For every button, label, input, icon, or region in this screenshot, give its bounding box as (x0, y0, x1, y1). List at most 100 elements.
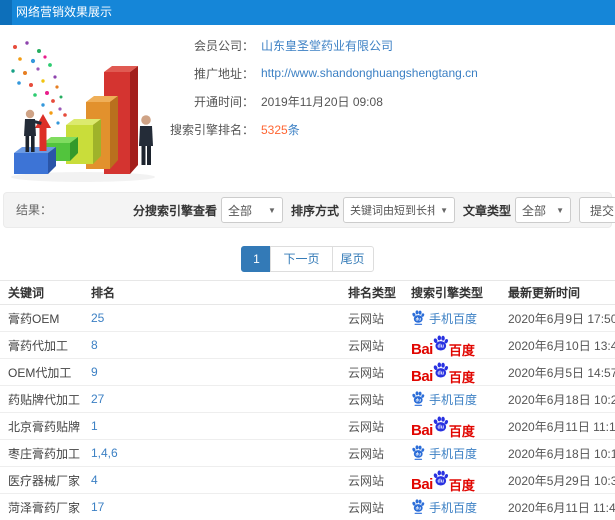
mobile-baidu-logo[interactable]: du 手机百度 (411, 390, 477, 409)
baidu-logo-bai: Bai (411, 367, 433, 384)
rank-cell: 25 (83, 311, 340, 325)
svg-text:du: du (416, 397, 422, 402)
rank-type-cell: 云网站 (348, 365, 385, 380)
col-updated: 最新更新时间 (508, 286, 581, 300)
filter-controls: 分搜索引擎查看 全部 ▼ 排序方式 关键词由短到长排序 ▼ 文章类型 全部 ▼ … (133, 197, 615, 223)
title-bar: 网络营销效果展示 (0, 0, 615, 25)
rank-type-cell: 云网站 (348, 311, 385, 326)
results-table: 关键词 排名 排名类型 搜索引擎类型 最新更新时间 膏药OEM 25 云网站 du … (0, 280, 615, 520)
svg-text:du: du (437, 370, 443, 376)
svg-text:du: du (437, 343, 443, 349)
keyword-cell: 菏泽膏药厂家 (8, 500, 81, 515)
baidu-logo-cn: 百度 (448, 477, 475, 492)
submit-button[interactable]: 提交 (579, 197, 615, 223)
baidu-logo-bai: Bai (411, 340, 433, 357)
chevron-down-icon: ▼ (268, 205, 276, 215)
keyword-cell: 膏药代加工 (8, 338, 69, 353)
baidu-logo[interactable]: Bai du 百度 (411, 361, 475, 384)
title-bar-accent (0, 0, 12, 25)
rank-link[interactable]: 9 (91, 365, 98, 379)
engine-type-cell: Bai du 百度 (403, 334, 500, 357)
baidu-logo[interactable]: Bai du 百度 (411, 469, 475, 492)
svg-text:du: du (437, 424, 443, 430)
company-link[interactable]: 山东皇圣堂药业有限公司 (261, 37, 393, 54)
sort-select[interactable]: 关键词由短到长排序 ▼ (342, 197, 455, 223)
engine-type-cell: Bai du 百度 (403, 361, 500, 384)
chevron-down-icon: ▼ (556, 205, 564, 215)
mobile-baidu-logo[interactable]: du 手机百度 (411, 444, 477, 463)
mobile-baidu-label: 手机百度 (429, 392, 478, 407)
rank-cell: 27 (83, 392, 340, 406)
keyword-cell: 药贴牌代加工 (8, 392, 81, 407)
businessman-left (24, 109, 42, 152)
baidu-logo[interactable]: Bai du 百度 (411, 334, 475, 357)
result-label: 结果： (16, 203, 53, 217)
updated-cell: 2020年5月29日 10:32 (508, 473, 615, 488)
confetti-dots (11, 41, 67, 125)
keyword-cell: 北京膏药贴牌 (8, 419, 81, 434)
rank-link[interactable]: 25 (91, 311, 104, 325)
rank-link[interactable]: 17 (91, 500, 104, 514)
table-row: 膏药代加工 8 云网站 Bai du 百度 2020年6月10日 13:40 (0, 332, 615, 359)
promo-url-label: 推广地址： (193, 66, 254, 81)
filter-bar: 结果： 分搜索引擎查看 全部 ▼ 排序方式 关键词由短到长排序 ▼ 文章类型 全… (3, 192, 615, 228)
rank-type-cell: 云网站 (348, 338, 385, 353)
updated-cell: 2020年6月11日 11:40 (508, 500, 615, 515)
rank-cell: 1,4,6 (83, 446, 340, 460)
engine-type-cell: Bai du 百度 (403, 469, 500, 492)
rank-count-number: 5325 (261, 122, 288, 137)
baidu-logo[interactable]: Bai du 百度 (411, 415, 475, 438)
open-time-label: 开通时间： (193, 94, 254, 109)
rank-cell: 8 (83, 338, 340, 352)
rank-link[interactable]: 1,4,6 (91, 446, 118, 460)
last-page-button[interactable]: 尾页 (331, 246, 374, 272)
article-type-label: 文章类型 (462, 203, 511, 218)
baidu-paw-icon: du (433, 415, 448, 438)
baidu-logo-cn: 百度 (448, 342, 475, 357)
baidu-paw-icon: du (433, 469, 448, 492)
baidu-paw-icon: du (433, 361, 448, 384)
table-row: 医疗器械厂家 4 云网站 Bai du 百度 2020年5月29日 10:32 (0, 467, 615, 494)
engine-filter-value: 全部 (227, 203, 252, 218)
rank-link[interactable]: 27 (91, 392, 104, 406)
mobile-baidu-logo[interactable]: du 手机百度 (411, 498, 477, 517)
article-type-value: 全部 (522, 203, 547, 218)
table-body: 膏药OEM 25 云网站 du 手机百度 2020年6月9日 17:50 膏药代加工 8 云… (0, 305, 615, 520)
baidu-paw-icon: du (411, 390, 425, 409)
info-row-rank-count: 搜索引擎排名： 5325条 (168, 115, 478, 143)
baidu-logo-bai: Bai (411, 475, 433, 492)
rank-cell: 9 (83, 365, 340, 379)
page-1-button[interactable]: 1 (241, 246, 272, 272)
info-row-url: 推广地址： http://www.shandonghuangshengtang.… (168, 59, 478, 87)
baidu-paw-icon: du (411, 498, 425, 517)
businessman-right (139, 115, 153, 165)
rank-link[interactable]: 1 (91, 419, 98, 433)
article-type-select[interactable]: 全部 ▼ (515, 197, 571, 223)
baidu-paw-icon: du (433, 334, 448, 357)
baidu-logo-bai: Bai (411, 421, 433, 438)
mobile-baidu-label: 手机百度 (429, 311, 478, 326)
mobile-baidu-logo[interactable]: du 手机百度 (411, 309, 477, 328)
keyword-cell: 枣庄膏药加工 (8, 446, 81, 461)
open-time-value: 2019年11月20日 09:08 (261, 94, 383, 109)
next-page-button[interactable]: 下一页 (270, 246, 333, 272)
rank-cell: 17 (83, 500, 340, 514)
mobile-baidu-label: 手机百度 (429, 446, 478, 461)
col-rank: 排名 (91, 286, 116, 300)
page: 网络营销效果展示 会员公司： 山东皇圣堂药业有限公司 推广地址： http://… (0, 0, 615, 520)
promo-url-link[interactable]: http://www.shandonghuangshengtang.cn (261, 66, 478, 80)
table-row: 膏药OEM 25 云网站 du 手机百度 2020年6月9日 17:50 (0, 305, 615, 332)
updated-cell: 2020年6月10日 13:40 (508, 338, 615, 353)
updated-cell: 2020年6月18日 10:19 (508, 446, 615, 461)
engine-filter-select[interactable]: 全部 ▼ (220, 197, 283, 223)
mobile-baidu-label: 手机百度 (429, 500, 478, 515)
engine-type-cell: du 手机百度 (403, 390, 500, 409)
chevron-down-icon: ▼ (440, 205, 448, 215)
rank-count-unit: 条 (287, 122, 300, 137)
svg-text:du: du (416, 451, 422, 456)
rank-link[interactable]: 8 (91, 338, 98, 352)
info-row-open-time: 开通时间： 2019年11月20日 09:08 (168, 87, 478, 115)
engine-type-cell: du 手机百度 (403, 309, 500, 328)
svg-text:du: du (416, 316, 422, 321)
rank-link[interactable]: 4 (91, 473, 98, 487)
